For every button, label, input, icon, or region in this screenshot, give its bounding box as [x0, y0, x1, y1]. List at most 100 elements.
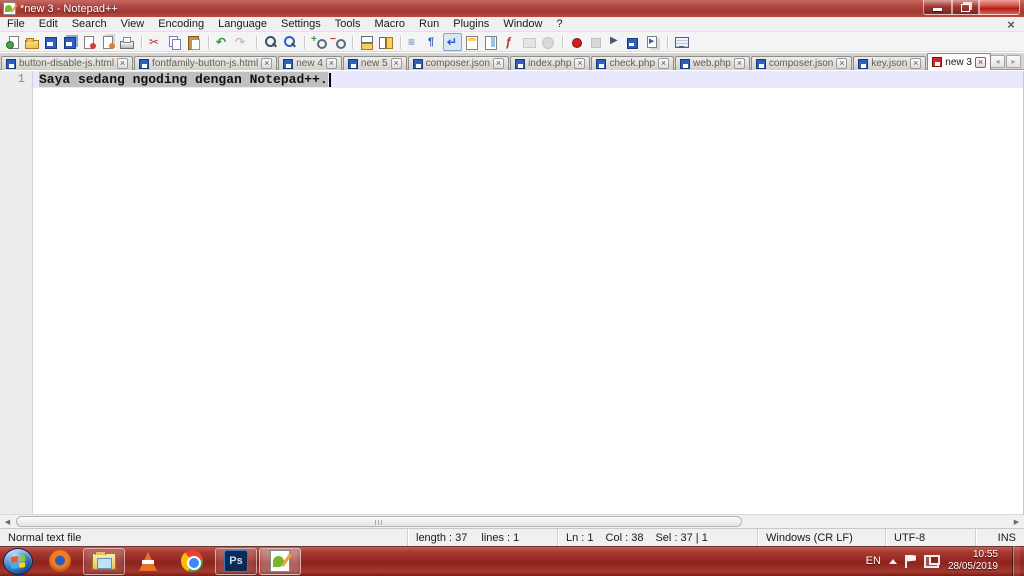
tab[interactable]: new 4: [278, 56, 342, 70]
macro-save-icon[interactable]: [624, 33, 643, 51]
sync-horizontal-icon[interactable]: [376, 33, 395, 51]
tab[interactable]: web.php: [675, 56, 750, 70]
tab[interactable]: composer.json: [751, 56, 852, 70]
status-encoding[interactable]: UTF-8: [886, 529, 976, 546]
menu-item[interactable]: Run: [412, 17, 446, 31]
tab-close-icon[interactable]: [836, 58, 847, 69]
tab[interactable]: fontfamily-button-js.html: [134, 56, 277, 70]
menu-item[interactable]: Plugins: [446, 17, 496, 31]
sync-vertical-icon[interactable]: [357, 33, 376, 51]
menu-item[interactable]: Search: [65, 17, 114, 31]
close-all-icon[interactable]: [98, 33, 117, 51]
tab-scroll-left-icon[interactable]: ◂: [990, 55, 1005, 68]
save-all-icon[interactable]: [60, 33, 79, 51]
firefox-icon[interactable]: [39, 548, 81, 575]
status-eol-format[interactable]: Windows (CR LF): [758, 529, 886, 546]
tab[interactable]: index.php: [510, 56, 590, 70]
clock[interactable]: 10:55 28/05/2019: [948, 549, 998, 573]
menu-item[interactable]: Edit: [32, 17, 65, 31]
show-desktop-button[interactable]: [1012, 546, 1020, 576]
photoshop-icon[interactable]: Ps: [215, 548, 257, 575]
scroll-right-arrow-icon[interactable]: ▶: [1009, 515, 1024, 528]
language-indicator[interactable]: EN: [866, 555, 881, 567]
tab-close-icon[interactable]: [261, 58, 272, 69]
window-title: *new 3 - Notepad++: [20, 3, 118, 15]
tab[interactable]: new 5: [343, 56, 407, 70]
tab[interactable]: button-disable-js.html: [1, 56, 133, 70]
chrome-icon[interactable]: [171, 548, 213, 575]
tab[interactable]: new 3: [927, 53, 991, 70]
redo-icon[interactable]: [232, 33, 251, 51]
notepad-plus-plus-taskbar-icon[interactable]: [259, 548, 301, 575]
tab-close-icon[interactable]: [493, 58, 504, 69]
menu-item[interactable]: Macro: [367, 17, 412, 31]
find-icon[interactable]: [261, 33, 280, 51]
tab-close-icon[interactable]: [910, 58, 921, 69]
tab-close-icon[interactable]: [658, 58, 669, 69]
restore-button[interactable]: [952, 0, 979, 15]
tab-scroll-right-icon[interactable]: ▸: [1006, 55, 1021, 68]
function-list-icon[interactable]: [500, 33, 519, 51]
tab[interactable]: key.json: [853, 56, 926, 70]
tab-close-icon[interactable]: [117, 58, 128, 69]
menu-item[interactable]: Tools: [328, 17, 368, 31]
tab[interactable]: composer.json: [408, 56, 509, 70]
macro-stop-icon[interactable]: [586, 33, 605, 51]
macro-run-multiple-icon[interactable]: [643, 33, 662, 51]
save-icon[interactable]: [41, 33, 60, 51]
menu-item[interactable]: Window: [496, 17, 549, 31]
menu-item[interactable]: View: [114, 17, 152, 31]
macro-play-icon[interactable]: [605, 33, 624, 51]
copy-icon[interactable]: [165, 33, 184, 51]
cut-icon[interactable]: [146, 33, 165, 51]
menu-item[interactable]: Settings: [274, 17, 328, 31]
close-doc-icon[interactable]: [79, 33, 98, 51]
zoom-out-icon[interactable]: [328, 33, 347, 51]
scrollbar-thumb[interactable]: [16, 516, 742, 527]
open-folder-icon[interactable]: [22, 33, 41, 51]
paste-icon[interactable]: [184, 33, 203, 51]
editor-area[interactable]: 1 Saya sedang ngoding dengan Notepad++.: [0, 71, 1024, 514]
replace-icon[interactable]: [280, 33, 299, 51]
doc-map-icon[interactable]: [481, 33, 500, 51]
tab-save-state-icon: [596, 59, 606, 69]
menu-item[interactable]: ?: [549, 17, 569, 31]
explorer-icon[interactable]: [83, 548, 125, 575]
tab-close-icon[interactable]: [326, 58, 337, 69]
vlc-icon[interactable]: [127, 548, 169, 575]
print-icon[interactable]: [117, 33, 136, 51]
tab-close-icon[interactable]: [734, 58, 745, 69]
network-icon[interactable]: [924, 555, 940, 568]
menu-item[interactable]: File: [0, 17, 32, 31]
tab-close-icon[interactable]: [391, 58, 402, 69]
hidden-icons-arrow-icon[interactable]: [889, 559, 897, 564]
tab-close-icon[interactable]: [975, 57, 986, 68]
show-all-characters-icon[interactable]: [424, 33, 443, 51]
user-defined-dialog-icon[interactable]: [462, 33, 481, 51]
tab-close-icon[interactable]: [574, 58, 585, 69]
action-center-flag-icon[interactable]: [905, 555, 916, 568]
menu-item[interactable]: Encoding: [151, 17, 211, 31]
file-browser-icon[interactable]: [519, 33, 538, 51]
document-monitor-icon[interactable]: [672, 33, 691, 51]
start-button[interactable]: [3, 548, 33, 575]
undo-icon[interactable]: [213, 33, 232, 51]
horizontal-scrollbar[interactable]: ◀ ▶: [0, 514, 1024, 528]
tab-label: new 5: [361, 58, 388, 69]
menu-item[interactable]: Language: [211, 17, 274, 31]
doc-switcher-icon[interactable]: [538, 33, 557, 51]
tab[interactable]: check.php: [591, 56, 674, 70]
close-button[interactable]: [979, 0, 1020, 15]
whitespace-icon[interactable]: [405, 33, 424, 51]
tab-save-state-icon: [680, 59, 690, 69]
word-wrap-icon[interactable]: [443, 33, 462, 51]
status-insert-mode[interactable]: INS: [976, 529, 1024, 546]
title-bar[interactable]: *new 3 - Notepad++: [0, 0, 1024, 17]
text-area[interactable]: Saya sedang ngoding dengan Notepad++.: [33, 71, 1023, 514]
macro-record-icon[interactable]: [567, 33, 586, 51]
zoom-in-icon[interactable]: [309, 33, 328, 51]
scroll-left-arrow-icon[interactable]: ◀: [0, 515, 15, 528]
new-file-icon[interactable]: [3, 33, 22, 51]
menubar-close-icon[interactable]: [1004, 18, 1018, 31]
minimize-button[interactable]: [923, 0, 952, 15]
